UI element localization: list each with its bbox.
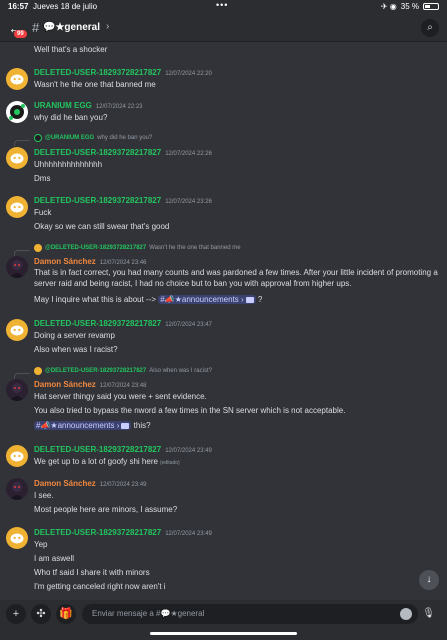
message-text: Hat server thingy said you were + sent e… (34, 392, 207, 401)
message-input[interactable]: Enviar mensaje a #💬★general (82, 604, 418, 624)
avatar-deleted-user[interactable] (6, 527, 28, 549)
scroll-to-bottom-icon[interactable]: ↓ (419, 570, 439, 590)
avatar-deleted-user[interactable] (6, 147, 28, 169)
message-timestamp: 12/07/2024 23:26 (165, 199, 212, 205)
status-bar: 16:57 Jueves 18 de julio ••• ✈ ◉ 35 % (0, 0, 447, 14)
avatar-damon[interactable] (6, 256, 28, 278)
battery-icon (423, 3, 439, 10)
message-text: We get up to a lot of goofy shi here (edi… (34, 457, 180, 466)
message-text: Yep (34, 540, 48, 549)
message-author[interactable]: DELETED-USER-18293728217827 12/07/2024 23… (34, 196, 212, 205)
message-timestamp: 12/07/2024 23:47 (165, 322, 212, 328)
message-author[interactable]: URANIUM EGG 12/07/2024 22:23 (34, 101, 143, 110)
reply-preview[interactable]: @DELETED-USER-18293728217827 Wasn't he th… (34, 244, 241, 252)
channel-header: ← 99 # 💬★general › ⌕ (0, 14, 447, 42)
emoji-icon[interactable] (400, 608, 412, 620)
plus-icon[interactable]: + (6, 604, 26, 624)
channel-title[interactable]: 💬★general (43, 22, 100, 33)
channel-mention[interactable]: #📣★announcements › (158, 295, 256, 304)
home-indicator[interactable] (150, 632, 297, 635)
message-author[interactable]: DELETED-USER-18293728217827 12/07/2024 23… (34, 319, 212, 328)
message-author[interactable]: DELETED-USER-18293728217827 12/07/2024 23… (34, 528, 212, 537)
message-timestamp: 12/07/2024 23:49 (165, 531, 212, 537)
reply-connector (14, 140, 30, 146)
microphone-icon[interactable]: 🎙 (422, 608, 435, 619)
avatar-uranium-egg[interactable] (6, 101, 28, 123)
message-author[interactable]: Damon Sánchez 12/07/2024 23:46 (34, 257, 147, 266)
avatar-deleted-user[interactable] (6, 445, 28, 467)
message-timestamp: 12/07/2024 22:26 (165, 151, 212, 157)
message-author[interactable]: DELETED-USER-18293728217827 12/07/2024 22… (34, 148, 212, 157)
avatar-deleted-user[interactable] (6, 68, 28, 90)
message-text: Well that's a shocker (34, 45, 108, 54)
edited-label: (editado) (159, 460, 180, 466)
message-timestamp: 12/07/2024 23:49 (165, 448, 212, 454)
avatar-damon[interactable] (6, 379, 28, 401)
message-text: Dms (34, 174, 51, 183)
status-right: ✈ ◉ 35 % (381, 2, 439, 11)
unread-badge: 99 (14, 30, 27, 38)
message-timestamp: 12/07/2024 23:48 (99, 383, 147, 389)
multitask-dots[interactable]: ••• (216, 0, 228, 10)
message-text: I am aswell (34, 554, 75, 563)
message-text: Doing a server revamp (34, 331, 115, 340)
message-text: I'm getting canceled right now aren't i (34, 582, 166, 591)
gift-icon[interactable]: 🎁 (56, 604, 76, 624)
message-text: May I inquire what this is about --> #📣★… (34, 295, 263, 304)
channel-hash-icon: # (32, 20, 40, 35)
search-icon[interactable]: ⌕ (421, 19, 439, 37)
message-text: Uhhhhhhhhhhhhhh (34, 160, 103, 169)
message-text: Wasn't he the one that banned me (34, 80, 156, 89)
avatar-deleted-user[interactable] (6, 319, 28, 341)
message-text: That is in fact correct, you had many co… (34, 268, 438, 288)
apps-icon[interactable]: ✣ (31, 604, 51, 624)
message-text: Most people here are minors, I assume? (34, 505, 178, 514)
channel-mention[interactable]: #📣★announcements › (34, 421, 132, 430)
message-text: Fuck (34, 208, 52, 217)
message-text: Who tf said I share it with minors (34, 568, 150, 577)
reply-avatar-icon (34, 244, 42, 252)
status-icons: ✈ ◉ (380, 2, 397, 11)
message-timestamp: 12/07/2024 22:20 (165, 71, 212, 77)
message-composer: + ✣ 🎁 Enviar mensaje a #💬★general 🎙 (0, 600, 447, 628)
message-text: You also tried to bypass the nword a few… (34, 406, 346, 415)
status-time: 16:57 (8, 2, 29, 11)
thread-icon (245, 296, 254, 303)
message-author[interactable]: Damon Sánchez 12/07/2024 23:49 (34, 479, 147, 488)
message-text: Also when was I racist? (34, 345, 118, 354)
message-author[interactable]: DELETED-USER-18293728217827 12/07/2024 22… (34, 68, 212, 77)
message-text: #📣★announcements › this? (34, 421, 151, 430)
chevron-right-icon[interactable]: › (106, 21, 109, 32)
reply-preview[interactable]: @URANIUM EGG why did he ban you? (34, 134, 152, 142)
message-timestamp: 12/07/2024 22:23 (95, 104, 143, 110)
avatar-damon[interactable] (6, 478, 28, 500)
message-timestamp: 12/07/2024 23:46 (99, 260, 147, 266)
message-placeholder: Enviar mensaje a #💬★general (92, 609, 205, 618)
message-text: why did he ban you? (34, 113, 108, 122)
message-author[interactable]: Damon Sánchez 12/07/2024 23:48 (34, 380, 147, 389)
reply-avatar-icon (34, 134, 42, 142)
message-list[interactable]: Well that's a shocker DELETED-USER-18293… (0, 42, 447, 599)
thread-icon (121, 422, 130, 429)
message-text: Okay so we can still swear that's good (34, 222, 170, 231)
battery-percent: 35 % (400, 2, 419, 11)
status-date: Jueves 18 de julio (33, 2, 98, 11)
reply-preview[interactable]: @DELETED-USER-18293728217827 Also when wa… (34, 367, 212, 375)
reply-avatar-icon (34, 367, 42, 375)
message-text: I see. (34, 491, 54, 500)
message-timestamp: 12/07/2024 23:49 (99, 482, 147, 488)
avatar-deleted-user[interactable] (6, 196, 28, 218)
message-author[interactable]: DELETED-USER-18293728217827 12/07/2024 23… (34, 445, 212, 454)
